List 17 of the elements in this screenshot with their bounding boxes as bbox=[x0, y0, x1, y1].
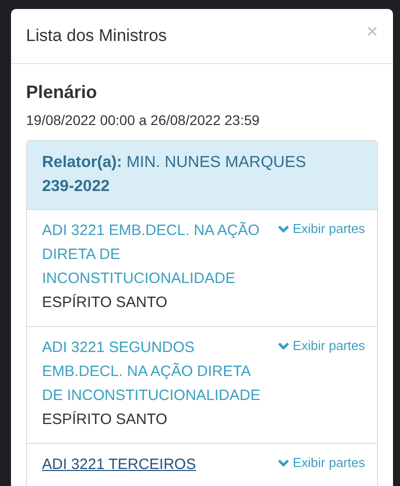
case-origin: ESPÍRITO SANTO bbox=[42, 410, 168, 430]
chevron-down-icon bbox=[278, 224, 289, 233]
case-link[interactable]: ADI 3221 TERCEIROS bbox=[42, 454, 196, 475]
session-period: 19/08/2022 00:00 a 26/08/2022 23:59 bbox=[26, 110, 261, 130]
case-origin: ESPÍRITO SANTO bbox=[42, 292, 168, 313]
chevron-down-icon bbox=[278, 458, 289, 467]
case-link[interactable]: ADI 3221 SEGUNDOS EMB.DECL. NA AÇÃO DIRETA DE INCONSTITUCIONALIDADE bbox=[42, 336, 274, 408]
modal-title: Lista dos Ministros bbox=[26, 26, 167, 46]
close-button[interactable]: × bbox=[366, 22, 378, 42]
chevron-down-icon bbox=[278, 342, 289, 350]
case-link[interactable]: ADI 3221 EMB.DECL. NA AÇÃO DIRETA DE INCONSTITUCIONALIDADE bbox=[42, 218, 274, 291]
session-title: Plenário bbox=[26, 82, 98, 104]
relator-line: Relator(a): MIN. NUNES MARQUES bbox=[42, 152, 308, 173]
case-number: 239-2022 bbox=[42, 176, 111, 197]
show-parts-link[interactable]: Exibir partes bbox=[278, 218, 365, 239]
show-parts-link[interactable]: Exibir partes bbox=[278, 452, 365, 473]
show-parts-link[interactable]: Exibir partes bbox=[278, 336, 365, 356]
